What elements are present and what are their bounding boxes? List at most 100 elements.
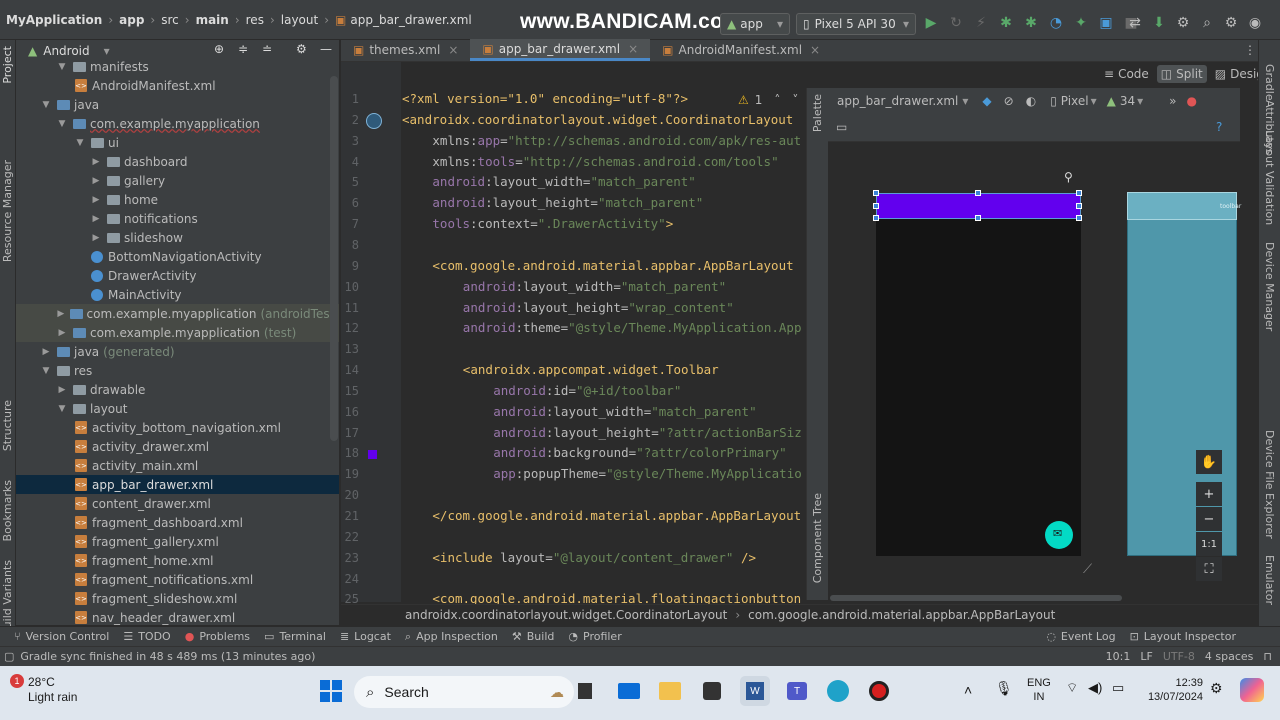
tool-emulator[interactable]: Emulator [1263, 555, 1276, 605]
pin-icon[interactable]: ⚲ [1064, 170, 1073, 184]
device-manager-icon[interactable]: ▣ [1095, 12, 1117, 34]
tool-component-tree[interactable]: Component Tree [811, 493, 824, 583]
tree-item[interactable]: ▼ layout [16, 399, 339, 418]
design-file-select[interactable]: app_bar_drawer.xml [837, 94, 958, 108]
chevron-right-icon[interactable]: ▶ [90, 157, 102, 167]
resize-handle[interactable] [975, 215, 981, 221]
battery-icon[interactable]: ▭ [1112, 680, 1124, 696]
tree-item[interactable]: <> nav_header_drawer.xml [16, 608, 339, 625]
profiler-button[interactable]: ◔ Profiler [568, 630, 621, 643]
design-scrollbar[interactable] [830, 595, 1122, 601]
tree-item[interactable]: ▼ manifests [16, 57, 339, 76]
resize-handle[interactable] [1076, 190, 1082, 196]
event-log-button[interactable]: ◌ Event Log [1046, 630, 1115, 643]
run-config-select[interactable]: ▲ app ▾ [720, 13, 790, 35]
code-crumb-item[interactable]: com.google.android.material.appbar.AppBa… [748, 608, 1055, 622]
breadcrumb-item[interactable]: layout [281, 13, 318, 27]
code-view-button[interactable]: ≡ Code [1100, 65, 1153, 83]
lock-icon[interactable]: ⊓ [1263, 650, 1272, 663]
tab-menu-icon[interactable]: ⋮ [1244, 43, 1256, 57]
tree-item[interactable]: DrawerActivity [16, 266, 339, 285]
tool-palette[interactable]: Palette [811, 94, 824, 132]
debug-icon[interactable]: ✱ [995, 12, 1017, 34]
code-crumb-item[interactable]: androidx.coordinatorlayout.widget.Coordi… [405, 608, 727, 622]
tree-item[interactable]: <> activity_bottom_navigation.xml [16, 418, 339, 437]
tool-build-variants[interactable]: Build Variants [1, 560, 14, 636]
tree-item[interactable]: <> content_drawer.xml [16, 494, 339, 513]
help-icon[interactable]: ? [1216, 120, 1222, 134]
tree-item[interactable]: ▼ ui [16, 133, 339, 152]
indent-setting[interactable]: 4 spaces [1205, 650, 1254, 663]
settings-icon[interactable]: ⚙ [1210, 680, 1223, 697]
chevron-right-icon[interactable]: ▶ [56, 309, 66, 319]
close-icon[interactable]: × [628, 42, 638, 56]
orientation-icon[interactable]: ⊘ [1004, 94, 1014, 108]
file-encoding[interactable]: UTF-8 [1163, 650, 1195, 663]
gradle-icon[interactable]: ⚙ [1172, 12, 1194, 34]
version-control-button[interactable]: ⑂ Version Control [14, 630, 109, 643]
search-icon[interactable]: ⌕ [1196, 12, 1218, 34]
tool-device-manager[interactable]: Device Manager [1263, 242, 1276, 331]
run-icon[interactable]: ▶ [920, 12, 942, 34]
chevron-down-icon[interactable]: ▼ [40, 366, 52, 376]
close-icon[interactable]: × [810, 43, 820, 57]
teams-icon[interactable]: T [782, 676, 812, 706]
fab-preview[interactable]: ✉ [1045, 521, 1073, 549]
tree-item[interactable]: ▶ slideshow [16, 228, 339, 247]
assistant-icon[interactable]: ◉ [1244, 12, 1266, 34]
attach-debugger-icon[interactable]: ✱ [1020, 12, 1042, 34]
zoom-fit-button[interactable]: ⛶ [1196, 557, 1222, 581]
tree-item[interactable]: MainActivity [16, 285, 339, 304]
file-explorer-icon[interactable] [655, 676, 685, 706]
sdk-manager-icon[interactable]: ⬇ [1148, 12, 1170, 34]
app-inspection-button[interactable]: ⌕ App Inspection [405, 630, 498, 644]
chevron-down-icon[interactable]: ▾ [1091, 94, 1097, 108]
chevron-down-icon[interactable]: ▼ [56, 119, 68, 129]
gear-icon[interactable]: ⚙ [296, 42, 307, 56]
api-level-select[interactable]: 34 [1120, 94, 1135, 108]
chevron-down-icon[interactable]: ▾ [104, 44, 110, 58]
chevron-right-icon[interactable]: ▶ [90, 233, 102, 243]
chevron-up-icon[interactable]: ˄ [964, 682, 972, 698]
color-swatch-icon[interactable] [368, 450, 377, 459]
mail-icon[interactable] [614, 676, 644, 706]
zoom-in-button[interactable]: + [1196, 482, 1222, 506]
tool-bookmarks[interactable]: Bookmarks [1, 480, 14, 541]
tab-app-bar-drawer[interactable]: ▣ app_bar_drawer.xml × [470, 39, 651, 61]
breadcrumb-item[interactable]: app_bar_drawer.xml [350, 13, 471, 27]
tree-item[interactable]: ▼ com.example.myapplication [16, 114, 339, 133]
chevron-down-icon[interactable]: ˅ [792, 93, 798, 107]
expand-all-icon[interactable]: ≑ [238, 42, 248, 56]
tree-item[interactable]: ▶ home [16, 190, 339, 209]
todo-button[interactable]: ☰ TODO [123, 630, 170, 643]
chevron-right-icon[interactable]: ▶ [90, 214, 102, 224]
breadcrumb-item[interactable]: res [246, 13, 264, 27]
class-gutter-icon[interactable] [366, 113, 382, 129]
clock[interactable]: 12:39 13/07/2024 [1143, 676, 1203, 704]
task-view-icon[interactable] [570, 676, 600, 706]
tool-layout-validation[interactable]: Layout Validation [1263, 130, 1276, 225]
night-mode-icon[interactable]: ◐ [1026, 94, 1036, 108]
tree-item[interactable]: <> app_bar_drawer.xml [16, 475, 339, 494]
chevron-up-icon[interactable]: ˄ [774, 93, 780, 107]
terminal-button[interactable]: ▭ Terminal [264, 630, 326, 643]
volume-icon[interactable]: ◀) [1088, 680, 1102, 696]
error-icon[interactable]: ● [1186, 94, 1196, 108]
settings-icon[interactable]: ⚙ [1220, 12, 1242, 34]
zoom-actual-button[interactable]: 1:1 [1196, 532, 1222, 556]
word-icon[interactable]: W [740, 676, 770, 706]
apply-changes-icon[interactable]: ⚡ [970, 12, 992, 34]
breadcrumb-item[interactable]: MyApplication [6, 13, 102, 27]
chevron-down-icon[interactable]: ▼ [40, 100, 52, 110]
chevron-down-icon[interactable]: ▾ [962, 94, 968, 108]
tree-item[interactable]: ▶ com.example.myapplication (androidTest) [16, 304, 339, 323]
resize-handle[interactable] [873, 215, 879, 221]
tree-item[interactable]: <> fragment_notifications.xml [16, 570, 339, 589]
build-button[interactable]: ⚒ Build [512, 630, 555, 643]
tree-item[interactable]: <> activity_main.xml [16, 456, 339, 475]
tree-item[interactable]: <> fragment_dashboard.xml [16, 513, 339, 532]
phone-preview[interactable] [876, 193, 1081, 556]
tree-item[interactable]: ▶ gallery [16, 171, 339, 190]
tree-item[interactable]: ▼ java [16, 95, 339, 114]
tree-item[interactable]: <> AndroidManifest.xml [16, 76, 339, 95]
